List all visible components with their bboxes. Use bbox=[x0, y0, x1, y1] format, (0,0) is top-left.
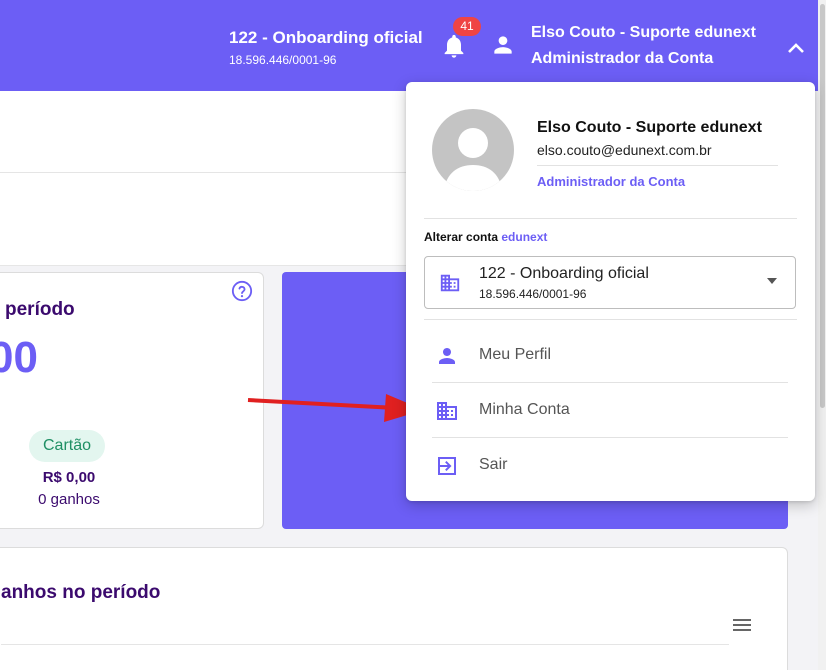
divider bbox=[432, 437, 788, 438]
menu-item-account[interactable]: Minha Conta bbox=[432, 385, 788, 437]
menu-item-label: Sair bbox=[479, 456, 508, 473]
content-divider bbox=[0, 172, 406, 173]
avatar bbox=[432, 109, 514, 191]
person-icon bbox=[439, 348, 455, 364]
divider bbox=[424, 218, 797, 219]
earnings-divider bbox=[1, 644, 729, 645]
user-role: Administrador da Conta bbox=[531, 50, 714, 67]
annotation-arrow-icon bbox=[247, 394, 424, 422]
help-icon[interactable] bbox=[231, 280, 253, 302]
content-header-area bbox=[0, 91, 406, 266]
user-name: Elso Couto - Suporte edunext bbox=[531, 24, 756, 41]
earnings-title: anhos no período bbox=[1, 582, 161, 603]
card-title: período bbox=[5, 299, 75, 320]
building-icon bbox=[440, 274, 460, 292]
card-value: 00 bbox=[0, 333, 38, 382]
menu-icon[interactable] bbox=[731, 616, 753, 634]
top-bar: 122 - Onboarding oficial 18.596.446/0001… bbox=[0, 0, 818, 91]
switch-account-text: Alterar conta bbox=[424, 230, 499, 244]
building-icon bbox=[437, 402, 457, 420]
user-icon[interactable] bbox=[490, 32, 516, 58]
menu-item-profile[interactable]: Meu Perfil bbox=[432, 330, 788, 382]
switch-account-label: Alterar conta edunext bbox=[424, 230, 547, 244]
divider bbox=[424, 319, 797, 320]
earnings-card: anhos no período bbox=[0, 547, 788, 670]
current-organization[interactable]: 122 - Onboarding oficial 18.596.446/0001… bbox=[229, 28, 423, 67]
dropdown-user-name: Elso Couto - Suporte edunext bbox=[537, 119, 762, 136]
payment-amount: R$ 0,00 bbox=[42, 469, 96, 486]
selected-account-name: 122 - Onboarding oficial bbox=[479, 265, 649, 282]
org-name: 122 - Onboarding oficial bbox=[229, 28, 423, 47]
menu-item-label: Minha Conta bbox=[479, 401, 570, 418]
dropdown-user-email: elso.couto@edunext.com.br bbox=[537, 142, 712, 158]
menu-item-label: Meu Perfil bbox=[479, 346, 552, 363]
account-select[interactable]: 122 - Onboarding oficial 18.596.446/0001… bbox=[424, 256, 796, 309]
menu-item-logout[interactable]: Sair bbox=[432, 440, 788, 492]
divider bbox=[537, 165, 778, 166]
caret-down-icon bbox=[767, 278, 777, 284]
scrollbar-thumb[interactable] bbox=[820, 4, 825, 408]
payment-method-chip: Cartão bbox=[29, 430, 106, 462]
divider bbox=[432, 382, 788, 383]
switch-account-brand: edunext bbox=[501, 230, 548, 244]
selected-account-cnpj: 18.596.446/0001-96 bbox=[479, 287, 587, 301]
bell-icon[interactable] bbox=[440, 32, 468, 60]
user-dropdown: Elso Couto - Suporte edunext elso.couto@… bbox=[406, 82, 815, 501]
chevron-up-icon[interactable] bbox=[784, 36, 808, 60]
notification-badge: 41 bbox=[453, 17, 481, 36]
dropdown-user-role: Administrador da Conta bbox=[537, 174, 686, 189]
period-summary-card: período 00 Cartão R$ 0,00 0 ganhos bbox=[0, 272, 264, 529]
logout-icon bbox=[438, 457, 456, 475]
payment-count: 0 ganhos bbox=[38, 491, 100, 508]
org-cnpj: 18.596.446/0001-96 bbox=[229, 53, 337, 67]
user-menu-trigger[interactable]: Elso Couto - Suporte edunext Administrad… bbox=[531, 24, 756, 68]
